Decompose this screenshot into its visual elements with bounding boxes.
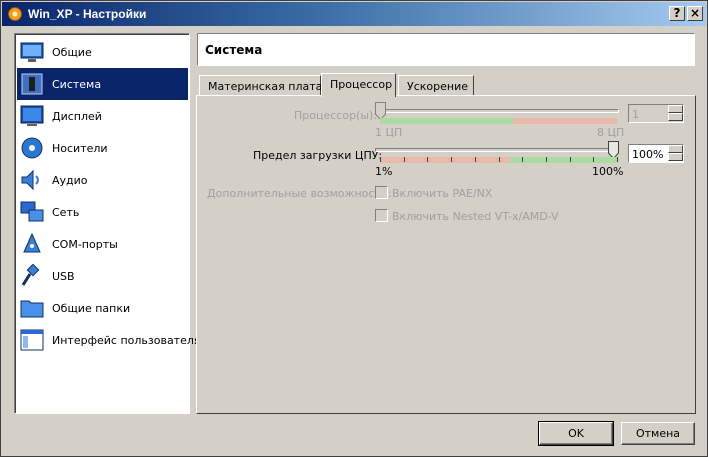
sidebar-item-label: USB [52,269,75,283]
cpu-count-invalid-range-bar [513,118,617,124]
sidebar-item-network[interactable]: Сеть [17,196,188,228]
usb-icon [21,264,40,286]
cpu-cap-tick [380,157,381,162]
cpu-cap-slider-track[interactable] [375,148,619,152]
help-button[interactable]: ? [669,6,685,21]
cpu-cap-high-range-bar [510,157,617,163]
close-button[interactable]: × [687,6,703,21]
cpu-cap-tick [545,157,547,162]
nested-vtx-label: Включить Nested VT-x/AMD-V [392,210,559,223]
cpu-cap-spinbox[interactable]: 100% [628,144,684,163]
nested-vtx-checkbox[interactable] [375,209,388,222]
sidebar-item-usb[interactable]: USB [17,260,188,292]
folder-icon [20,300,44,318]
sidebar-item-label: Аудио [52,173,88,187]
sidebar-item-label: Сеть [52,205,80,219]
cpu-cap-tick [403,157,405,162]
tab-motherboard[interactable]: Материнская плата [199,75,322,95]
window-title: Win_XP - Настройки [28,7,147,21]
cpu-cap-tick [474,157,476,162]
processor-panel: Процессор(ы): 1 ЦП 8 ЦП 1 Предел загрузк… [196,95,696,414]
window-icon [20,329,44,351]
cpu-cap-label: Предел загрузки ЦПУ: [253,149,383,162]
cpu-count-slider-track[interactable] [375,109,619,113]
cpu-cap-increment[interactable] [668,145,683,153]
sidebar-item-audio[interactable]: Аудио [17,164,188,196]
sidebar-item-label: Носители [52,141,108,155]
network-icon [20,201,44,222]
settings-gear-icon [8,7,22,21]
cpu-cap-value: 100% [632,148,664,161]
sidebar-item-shared-folders[interactable]: Общие папки [17,292,188,324]
sidebar-item-storage[interactable]: Носители [17,132,188,164]
cpu-cap-decrement[interactable] [668,153,683,161]
cpu-cap-tick [593,157,595,162]
cpu-count-increment[interactable] [668,105,683,113]
pae-nx-checkbox[interactable] [375,186,388,199]
cpu-cap-tick [451,157,453,162]
tab-processor[interactable]: Процессор [321,73,396,97]
sidebar-item-general[interactable]: Общие [17,36,188,68]
page-title: Система [205,43,263,57]
cpu-cap-tick [617,157,618,162]
extended-features-label: Дополнительные возможности: [207,187,392,200]
sidebar-item-label: Дисплей [52,109,102,123]
settings-category-list[interactable]: Общие Система Дисплей Носители Аудио Сет… [14,33,201,414]
cpu-cap-max-label: 100% [592,165,624,178]
chip-icon [21,73,43,95]
cpu-count-valid-range-bar [380,118,513,124]
page-header: Система [197,33,695,66]
settings-window: Win_XP - Настройки ? × Общие Система Дис… [0,0,708,457]
display-icon [20,105,44,126]
sidebar-item-label: Общие папки [52,301,131,315]
sidebar-item-system[interactable]: Система [17,68,188,100]
monitor-icon [20,42,44,62]
sidebar-item-label: Система [52,77,102,91]
ok-button[interactable]: OK [538,421,614,446]
sidebar-item-display[interactable]: Дисплей [17,100,188,132]
disc-icon [21,137,43,159]
cpu-cap-low-range-bar [380,157,510,163]
cpu-cap-tick [498,157,500,162]
cancel-button[interactable]: Отмена [621,422,695,445]
cpu-cap-tick [427,157,429,162]
cpu-count-min-label: 1 ЦП [375,126,403,139]
sidebar-item-label: Общие [52,45,92,59]
sidebar-item-serial-ports[interactable]: COM-порты [17,228,188,260]
tab-acceleration[interactable]: Ускорение [398,75,474,95]
speaker-icon [21,169,39,191]
cpu-cap-min-label: 1% [375,165,393,178]
sidebar-item-user-interface[interactable]: Интерфейс пользователя [17,324,201,356]
serial-port-icon [23,232,41,253]
cpu-cap-tick [522,157,524,162]
cpu-count-label: Процессор(ы): [294,109,378,122]
cpu-count-max-label: 8 ЦП [597,126,625,139]
cpu-count-spinbox[interactable]: 1 [628,104,684,123]
sidebar-item-label: Интерфейс пользователя [52,333,201,347]
sidebar-item-label: COM-порты [52,237,118,251]
pae-nx-label: Включить PAE/NX [392,187,493,200]
cpu-count-value: 1 [632,108,639,121]
title-bar[interactable]: Win_XP - Настройки ? × [2,2,706,26]
cpu-cap-tick [569,157,571,162]
cpu-count-decrement[interactable] [668,113,683,121]
